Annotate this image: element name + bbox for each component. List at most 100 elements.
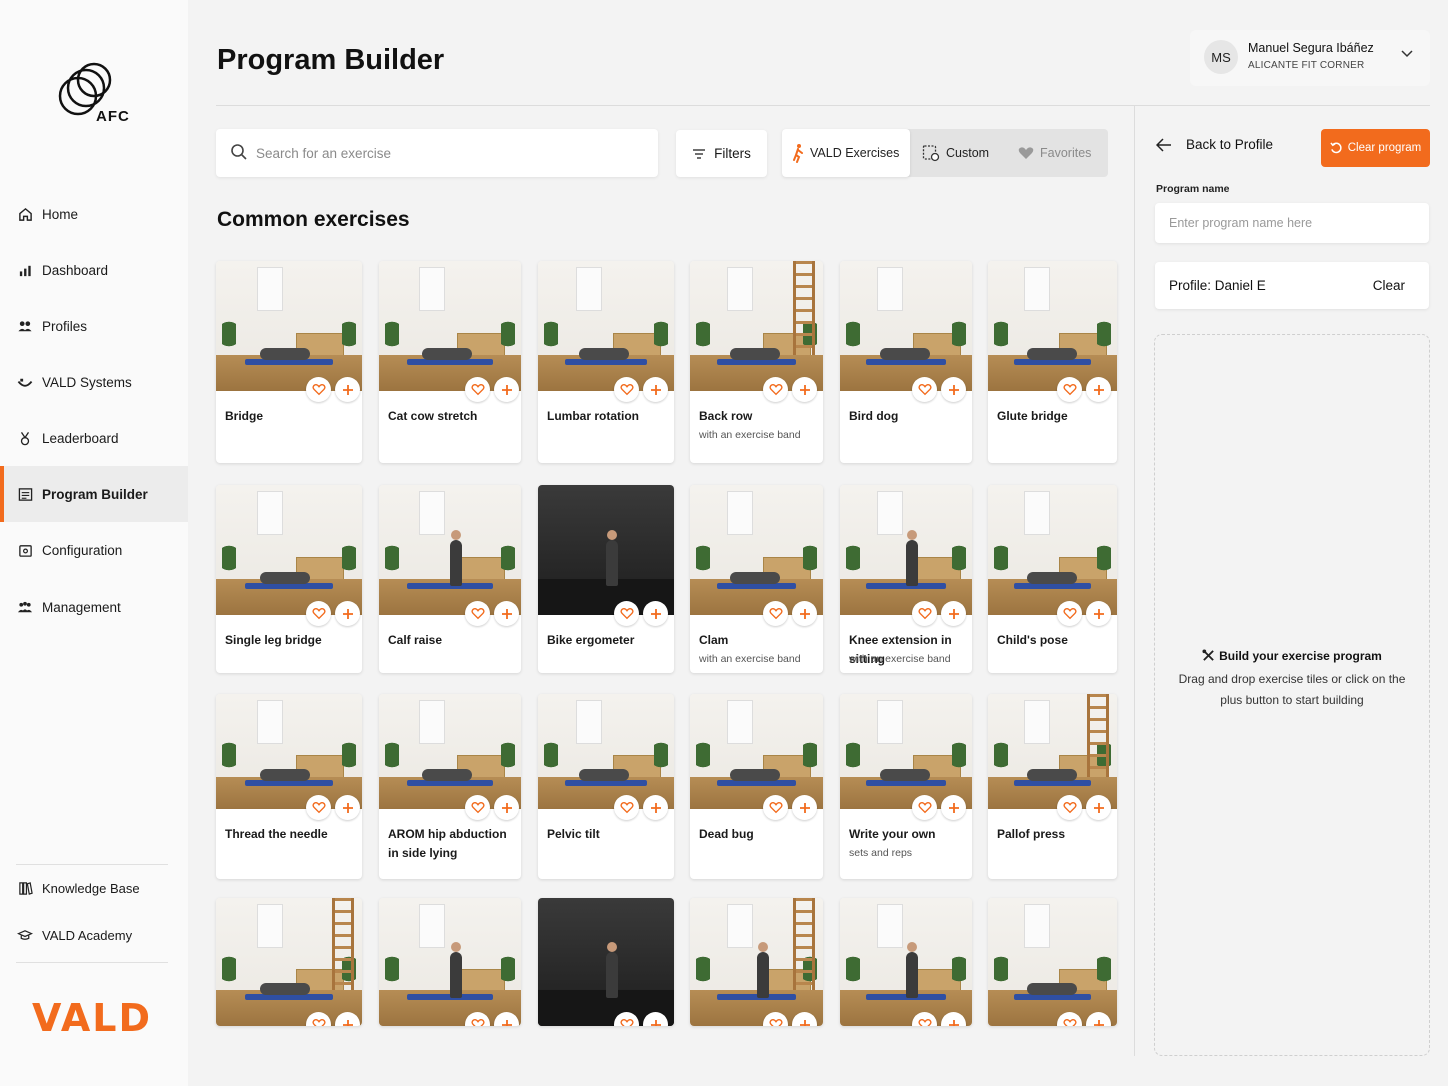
user-menu[interactable]: MS Manuel Segura Ibáñez ALICANTE FIT COR…	[1190, 30, 1430, 86]
favorite-button[interactable]	[912, 1012, 937, 1026]
exercise-card[interactable]: AROM hip abduction in side lying	[379, 694, 521, 879]
exercise-card[interactable]	[538, 898, 674, 1026]
favorite-button[interactable]	[1057, 795, 1082, 820]
sidebar-item-vald-academy[interactable]: VALD Academy	[16, 912, 168, 959]
exercise-card[interactable]: Glute bridge	[988, 261, 1117, 463]
search-input[interactable]	[256, 139, 646, 167]
add-exercise-button[interactable]	[335, 377, 360, 402]
add-exercise-button[interactable]	[643, 601, 668, 626]
program-dropzone[interactable]: Build your exercise program Drag and dro…	[1154, 334, 1430, 1056]
exercise-card[interactable]: Cat cow stretch	[379, 261, 521, 463]
add-exercise-button[interactable]	[792, 1012, 817, 1026]
add-exercise-button[interactable]	[335, 1012, 360, 1026]
exercise-name: Cat cow stretch	[388, 409, 478, 423]
add-exercise-button[interactable]	[643, 1012, 668, 1026]
favorite-button[interactable]	[1057, 377, 1082, 402]
favorite-button[interactable]	[614, 377, 639, 402]
favorite-button[interactable]	[614, 601, 639, 626]
add-exercise-button[interactable]	[494, 795, 519, 820]
exercise-name: Clam	[699, 633, 729, 647]
exercise-card[interactable]: Calf raise	[379, 485, 521, 673]
back-to-profile-link[interactable]: Back to Profile	[1156, 137, 1273, 152]
favorite-button[interactable]	[763, 377, 788, 402]
add-exercise-button[interactable]	[792, 795, 817, 820]
add-exercise-button[interactable]	[335, 795, 360, 820]
tab-favorites[interactable]: Favorites	[1018, 129, 1104, 177]
sidebar-item-profiles[interactable]: Profiles	[0, 298, 188, 354]
favorite-button[interactable]	[912, 601, 937, 626]
favorite-button[interactable]	[465, 601, 490, 626]
exercise-card[interactable]	[216, 898, 362, 1026]
add-exercise-button[interactable]	[494, 1012, 519, 1026]
sidebar-item-dashboard[interactable]: Dashboard	[0, 242, 188, 298]
favorite-button[interactable]	[763, 795, 788, 820]
exercise-name: Pelvic tilt	[547, 827, 600, 841]
exercise-card[interactable]: Pelvic tilt	[538, 694, 674, 879]
exercise-card[interactable]: Back row with an exercise band	[690, 261, 823, 463]
sidebar-item-vald-systems[interactable]: VALD Systems	[0, 354, 188, 410]
exercise-card[interactable]: Knee extension in sitting with an exercis…	[840, 485, 972, 673]
favorite-button[interactable]	[763, 601, 788, 626]
sidebar-item-program-builder[interactable]: Program Builder	[0, 466, 188, 522]
dropzone-title-row: Build your exercise program	[1155, 649, 1429, 663]
favorite-button[interactable]	[614, 795, 639, 820]
exercise-card[interactable]	[379, 898, 521, 1026]
favorite-button[interactable]	[306, 795, 331, 820]
search-box	[216, 129, 658, 177]
favorite-button[interactable]	[465, 377, 490, 402]
exercise-card[interactable]: Bridge	[216, 261, 362, 463]
favorite-button[interactable]	[1057, 1012, 1082, 1026]
tab-vald-exercises[interactable]: VALD Exercises	[782, 129, 910, 177]
add-exercise-button[interactable]	[1086, 601, 1111, 626]
sidebar-item-knowledge-base[interactable]: Knowledge Base	[16, 865, 168, 912]
filters-button[interactable]: Filters	[676, 130, 767, 177]
favorite-button[interactable]	[306, 601, 331, 626]
exercise-card[interactable]	[988, 898, 1117, 1026]
add-exercise-button[interactable]	[1086, 1012, 1111, 1026]
exercise-card[interactable]: Child's pose	[988, 485, 1117, 673]
exercise-card[interactable]: Lumbar rotation	[538, 261, 674, 463]
favorite-button[interactable]	[306, 1012, 331, 1026]
clear-program-button[interactable]: Clear program	[1321, 129, 1430, 167]
add-exercise-button[interactable]	[941, 1012, 966, 1026]
sidebar-item-management[interactable]: Management	[0, 578, 188, 636]
add-exercise-button[interactable]	[941, 601, 966, 626]
add-exercise-button[interactable]	[941, 795, 966, 820]
exercise-thumbnail	[538, 694, 674, 809]
add-exercise-button[interactable]	[792, 377, 817, 402]
favorite-button[interactable]	[465, 1012, 490, 1026]
exercise-card[interactable]: Write your own sets and reps	[840, 694, 972, 879]
exercise-card[interactable]	[840, 898, 972, 1026]
add-exercise-button[interactable]	[792, 601, 817, 626]
exercise-card[interactable]: Thread the needle	[216, 694, 362, 879]
sidebar-item-configuration[interactable]: Configuration	[0, 522, 188, 578]
add-exercise-button[interactable]	[1086, 377, 1111, 402]
exercise-card[interactable]: Clam with an exercise band	[690, 485, 823, 673]
tab-custom[interactable]: Custom	[922, 129, 1012, 177]
favorite-button[interactable]	[465, 795, 490, 820]
program-name-input[interactable]	[1155, 203, 1429, 243]
exercise-card[interactable]: Single leg bridge	[216, 485, 362, 673]
exercise-card[interactable]: Dead bug	[690, 694, 823, 879]
add-exercise-button[interactable]	[335, 601, 360, 626]
favorite-button[interactable]	[912, 377, 937, 402]
add-exercise-button[interactable]	[643, 377, 668, 402]
heart-icon	[768, 384, 783, 396]
add-exercise-button[interactable]	[941, 377, 966, 402]
add-exercise-button[interactable]	[494, 377, 519, 402]
add-exercise-button[interactable]	[494, 601, 519, 626]
add-exercise-button[interactable]	[643, 795, 668, 820]
favorite-button[interactable]	[614, 1012, 639, 1026]
clear-profile-button[interactable]: Clear	[1373, 278, 1405, 293]
add-exercise-button[interactable]	[1086, 795, 1111, 820]
exercise-card[interactable]: Pallof press	[988, 694, 1117, 879]
favorite-button[interactable]	[306, 377, 331, 402]
sidebar-item-leaderboard[interactable]: Leaderboard	[0, 410, 188, 466]
favorite-button[interactable]	[763, 1012, 788, 1026]
exercise-card[interactable]	[690, 898, 823, 1026]
sidebar-item-home[interactable]: Home	[0, 186, 188, 242]
favorite-button[interactable]	[1057, 601, 1082, 626]
exercise-card[interactable]: Bike ergometer	[538, 485, 674, 673]
favorite-button[interactable]	[912, 795, 937, 820]
exercise-card[interactable]: Bird dog	[840, 261, 972, 463]
